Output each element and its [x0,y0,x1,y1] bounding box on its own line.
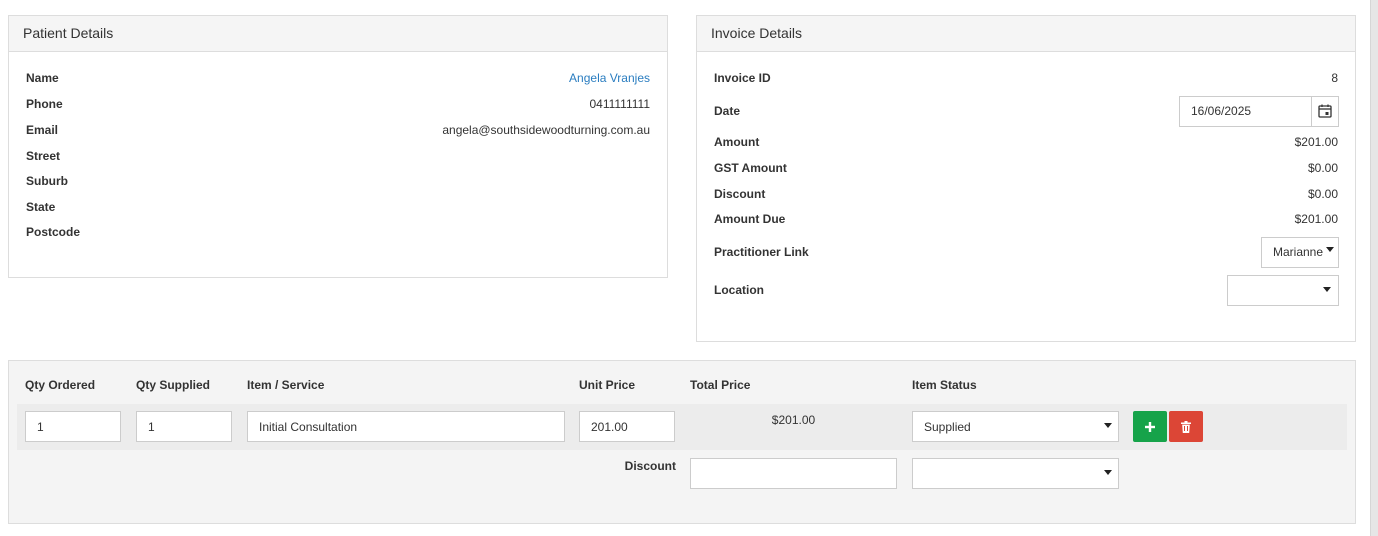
street-label: Street [26,149,61,163]
patient-suburb-row: Suburb [9,171,667,191]
practitioner-row: Practitioner Link Marianne [697,236,1355,268]
patient-name-link[interactable]: Angela Vranjes [569,71,650,85]
date-input-group: 16/06/2025 [1179,95,1339,127]
items-discount-input[interactable] [690,458,897,489]
discount-status-select[interactable] [912,458,1119,489]
invoice-date-row: Date 16/06/2025 [697,95,1355,127]
chevron-down-icon [1323,286,1331,292]
unit-price-input[interactable]: 201.00 [579,411,675,442]
page-scrollbar[interactable] [1370,0,1378,536]
total-price-value: $201.00 [771,413,816,427]
patient-details-panel: Patient Details Name Angela Vranjes Phon… [8,15,668,278]
invoice-id-row: Invoice ID 8 [697,68,1355,88]
calendar-icon[interactable] [1311,96,1338,126]
chevron-down-icon [1104,423,1112,428]
location-label: Location [714,283,764,297]
invoice-details-panel: Invoice Details Invoice ID 8 Date 16/06/… [696,15,1356,342]
phone-label: Phone [26,97,63,111]
patient-details-heading: Patient Details [9,16,667,52]
location-select[interactable] [1227,274,1339,306]
amount-due-label: Amount Due [714,212,786,226]
name-label: Name [26,71,59,85]
add-item-button[interactable] [1133,411,1167,442]
amount-row: Amount $201.00 [697,132,1355,152]
date-label: Date [714,104,741,118]
patient-postcode-row: Postcode [9,222,667,242]
items-discount-label: Discount [624,459,676,473]
patient-email-row: Email angela@southsidewoodturning.com.au [9,120,667,140]
gst-row: GST Amount $0.00 [697,158,1355,178]
suburb-label: Suburb [26,174,68,188]
chevron-down-icon [1104,470,1112,475]
item-status-select[interactable]: Supplied [912,411,1119,442]
amount-due-value: $201.00 [1294,212,1338,226]
item-service-input[interactable]: Initial Consultation [247,411,565,442]
discount-label: Discount [714,187,766,201]
qty-supplied-input[interactable]: 1 [136,411,232,442]
trash-icon [1181,420,1191,433]
delete-item-button[interactable] [1169,411,1203,442]
amount-due-row: Amount Due $201.00 [697,209,1355,229]
qty-ordered-input[interactable]: 1 [25,411,121,442]
discount-row: Discount $0.00 [697,184,1355,204]
practitioner-select[interactable]: Marianne [1261,236,1339,268]
patient-state-row: State [9,197,667,217]
invoice-items-section: Qty Ordered Qty Supplied Item / Service … [8,360,1356,524]
date-input[interactable]: 16/06/2025 [1180,104,1311,118]
email-value: angela@southsidewoodturning.com.au [442,123,650,137]
gst-label: GST Amount [714,161,787,175]
practitioner-label: Practitioner Link [714,245,809,259]
patient-street-row: Street [9,146,667,166]
patient-name-row: Name Angela Vranjes [9,68,667,88]
state-label: State [26,200,56,214]
qty-supplied-header: Qty Supplied [136,378,211,392]
unit-price-header: Unit Price [579,378,636,392]
plus-icon [1145,421,1155,432]
discount-value: $0.00 [1307,187,1338,201]
practitioner-selected-value: Marianne [1273,245,1324,259]
phone-value: 0411111111 [589,97,650,111]
email-label: Email [26,123,59,137]
invoice-details-heading: Invoice Details [697,16,1355,52]
item-status-selected-value: Supplied [924,419,971,434]
postcode-label: Postcode [26,225,81,239]
invoice-id-label: Invoice ID [714,71,771,85]
location-row: Location [697,274,1355,306]
amount-label: Amount [714,135,760,149]
qty-ordered-header: Qty Ordered [25,378,96,392]
total-price-header: Total Price [690,378,751,392]
item-status-header: Item Status [912,378,977,392]
patient-phone-row: Phone 0411111111 [9,94,667,114]
chevron-down-icon [1326,246,1334,252]
gst-value: $0.00 [1307,161,1338,175]
item-service-header: Item / Service [247,378,325,392]
invoice-id-value: 8 [1331,71,1338,85]
amount-value: $201.00 [1294,135,1338,149]
